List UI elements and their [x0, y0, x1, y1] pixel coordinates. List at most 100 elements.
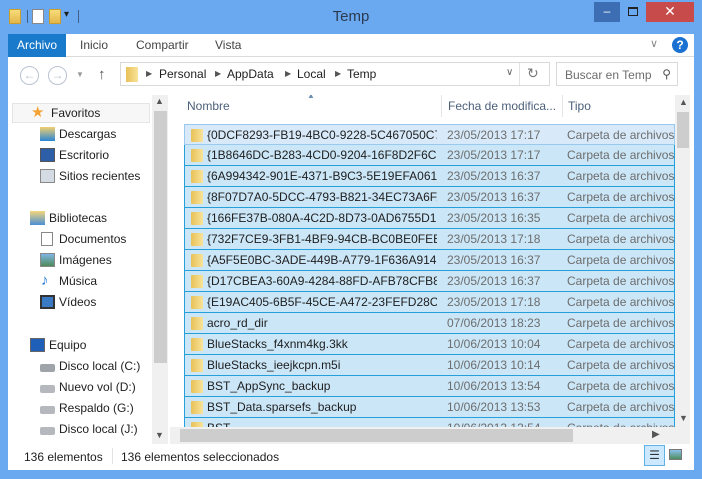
file-name: {1B8646DC-B283-4CD0-9204-16F8D2F6C... [207, 148, 437, 162]
tab-archivo[interactable]: Archivo [8, 34, 66, 57]
sidebar-label: Bibliotecas [49, 211, 108, 225]
chevron-right-icon[interactable]: ▶ [215, 69, 221, 78]
help-button[interactable]: ? [672, 37, 688, 53]
sidebar-item-disco-c[interactable]: Disco local (C:) [10, 356, 158, 376]
search-input[interactable]: Buscar en Temp ⚲ [556, 62, 678, 86]
file-name: BST_AppSync_backup [207, 379, 331, 393]
chevron-right-icon[interactable]: ▶ [335, 69, 341, 78]
file-row[interactable]: BlueStacks_ieejkcpn.m5i 10/06/2013 10:14 C… [184, 355, 675, 376]
scroll-up-icon[interactable]: ▲ [679, 97, 688, 107]
chevron-right-icon[interactable]: ▶ [146, 69, 152, 78]
file-name: {166FE37B-080A-4C2D-8D73-0AD6755D1... [207, 211, 437, 225]
file-row[interactable]: {E19AC405-6B5F-45CE-A472-23FEFD28C5... 23… [184, 292, 675, 313]
file-date: 23/05/2013 17:17 [447, 148, 541, 162]
details-view-button[interactable]: ☰ [644, 445, 665, 466]
sidebar-item-nuevo-vol-d[interactable]: Nuevo vol (D:) [10, 377, 158, 397]
file-type: Carpeta de archivos [567, 316, 675, 330]
search-icon: ⚲ [662, 67, 671, 81]
file-row[interactable]: {D17CBEA3-60A9-4284-88FD-AFB78CFB8... 23/… [184, 271, 675, 292]
expand-ribbon-icon[interactable]: ∨ [650, 37, 658, 50]
file-row[interactable]: BST_AppSync_backup 10/06/2013 13:54 Carpet… [184, 376, 675, 397]
file-type: Carpeta de archivos [567, 358, 675, 372]
file-row[interactable]: {6A994342-901E-4371-B9C3-5E19EFA061... 23… [184, 166, 675, 187]
recent-locations-icon[interactable]: ▼ [76, 70, 84, 79]
scroll-down-icon[interactable]: ▼ [679, 413, 688, 423]
file-row[interactable]: {1B8646DC-B283-4CD0-9204-16F8D2F6C... 23/… [184, 145, 675, 166]
file-row[interactable]: {A5F5E0BC-3ADE-449B-A779-1F636A914... 23/… [184, 250, 675, 271]
file-row[interactable]: {732F7CE9-3FB1-4BF9-94CB-BC0BE0FEB5... 23… [184, 229, 675, 250]
sort-ascending-icon: ▲ [307, 95, 315, 100]
tab-vista[interactable]: Vista [204, 34, 252, 57]
file-date: 23/05/2013 16:37 [447, 190, 541, 204]
up-button[interactable]: ↑ [98, 66, 106, 83]
sidebar-label: Respaldo (G:) [59, 401, 134, 415]
file-type: Carpeta de archivos [567, 337, 675, 351]
breadcrumb-appdata[interactable]: AppData [227, 67, 274, 81]
sidebar-label: Disco local (J:) [59, 422, 138, 436]
file-type: Carpeta de archivos [567, 128, 675, 142]
tab-inicio[interactable]: Inicio [69, 34, 119, 57]
forward-button[interactable]: → [48, 66, 67, 85]
chevron-right-icon[interactable]: ▶ [285, 69, 291, 78]
ribbon-tabs: Archivo Inicio Compartir Vista ∨ ? [8, 34, 694, 57]
sidebar-item-sitios-recientes[interactable]: Sitios recientes [10, 166, 158, 186]
sidebar-group-equipo[interactable]: Equipo [10, 335, 158, 355]
sidebar-item-disco-j[interactable]: Disco local (J:) [10, 419, 158, 439]
file-row[interactable]: {8F07D7A0-5DCC-4793-B821-34EC73A6F... 23/… [184, 187, 675, 208]
folder-icon [191, 317, 203, 330]
file-date: 10/06/2013 13:53 [447, 400, 541, 414]
address-bar[interactable]: ▶ Personal ▶ AppData ▶ Local ▶ Temp ∨ ↻ [120, 62, 550, 86]
minimize-button[interactable]: ‒ [594, 2, 620, 22]
large-icons-view-button[interactable] [669, 449, 682, 460]
file-name: {732F7CE9-3FB1-4BF9-94CB-BC0BE0FEB5... [207, 232, 437, 246]
file-name: {6A994342-901E-4371-B9C3-5E19EFA061... [207, 169, 437, 183]
sidebar-group-favoritos[interactable]: ★ Favoritos [12, 103, 150, 123]
column-header-nombre[interactable]: Nombre [187, 95, 230, 117]
breadcrumb-temp[interactable]: Temp [347, 67, 376, 81]
sidebar-item-documentos[interactable]: Documentos [10, 229, 158, 249]
breadcrumb-personal[interactable]: Personal [159, 67, 206, 81]
file-type: Carpeta de archivos [567, 379, 675, 393]
scroll-right-icon[interactable]: ▶ [652, 429, 660, 440]
column-separator[interactable] [562, 95, 563, 117]
file-date: 07/06/2013 18:23 [447, 316, 541, 330]
maximize-button[interactable] [620, 2, 646, 22]
file-row[interactable]: BST_Data.sparsefs_backup 10/06/2013 13:53… [184, 397, 675, 418]
refresh-icon[interactable]: ↻ [527, 65, 539, 82]
file-type: Carpeta de archivos [567, 190, 675, 204]
sidebar-item-escritorio[interactable]: Escritorio [10, 145, 158, 165]
item-count: 136 elementos [24, 450, 103, 464]
file-name: {E19AC405-6B5F-45CE-A472-23FEFD28C5... [207, 295, 437, 309]
maximize-icon [628, 7, 638, 16]
file-row[interactable]: {0DCF8293-FB19-4BC0-9228-5C467050C7... 23… [184, 124, 675, 145]
file-row[interactable]: {166FE37B-080A-4C2D-8D73-0AD6755D1... 23/… [184, 208, 675, 229]
back-button[interactable]: ← [20, 66, 39, 85]
sidebar-item-imagenes[interactable]: Imágenes [10, 250, 158, 270]
documents-icon [41, 232, 53, 246]
breadcrumb-local[interactable]: Local [297, 67, 326, 81]
column-separator[interactable] [441, 95, 442, 117]
tab-compartir[interactable]: Compartir [125, 34, 200, 57]
desktop-icon [40, 148, 55, 162]
close-button[interactable]: ✕ [646, 2, 694, 22]
file-row[interactable]: acro_rd_dir 07/06/2013 18:23 Carpeta de ar… [184, 313, 675, 334]
horizontal-scrollbar-thumb[interactable] [180, 429, 573, 442]
sidebar-label: Música [59, 274, 98, 288]
file-row[interactable]: BlueStacks_f4xnm4kg.3kk 10/06/2013 10:04 C… [184, 334, 675, 355]
scroll-down-icon[interactable]: ▼ [155, 430, 164, 440]
address-dropdown-icon[interactable]: ∨ [506, 67, 513, 78]
sidebar-item-respaldo-g[interactable]: Respaldo (G:) [10, 398, 158, 418]
column-header-fecha[interactable]: Fecha de modifica... [448, 95, 556, 117]
sidebar-item-descargas[interactable]: Descargas [10, 124, 158, 144]
sidebar-group-bibliotecas[interactable]: Bibliotecas [10, 208, 158, 228]
sidebar-item-musica[interactable]: ♪ Música [10, 271, 158, 291]
file-date: 23/05/2013 16:35 [447, 211, 541, 225]
folder-icon [191, 149, 203, 162]
sidebar-item-videos[interactable]: Vídeos [10, 292, 158, 312]
column-header-tipo[interactable]: Tipo [568, 95, 591, 117]
folder-icon [191, 359, 203, 372]
scroll-up-icon[interactable]: ▲ [155, 96, 164, 106]
vertical-scrollbar-thumb[interactable] [677, 112, 689, 148]
sidebar-scrollbar-thumb[interactable] [154, 111, 167, 363]
title-bar: ▾ Temp ‒ ✕ [0, 0, 702, 34]
